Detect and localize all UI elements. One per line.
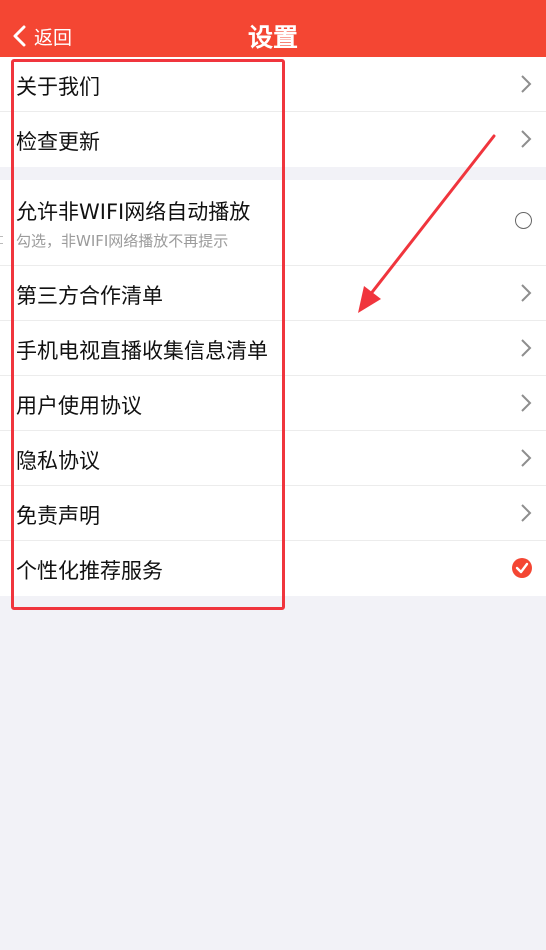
about-us-label: 关于我们 — [16, 75, 100, 99]
disclaimer-label: 免责声明 — [16, 504, 100, 528]
about-us-row[interactable]: 关于我们 — [0, 57, 546, 112]
wifi-autoplay-row[interactable]: 允许非WIFI网络自动播放 勾选，非WIFI网络播放不再提示 — [0, 180, 546, 266]
check-update-label: 检查更新 — [16, 130, 100, 154]
personalized-recommendation-row[interactable]: 个性化推荐服务 — [0, 541, 546, 596]
wifi-autoplay-hint: 勾选，非WIFI网络播放不再提示 — [16, 232, 229, 250]
wifi-autoplay-radio[interactable] — [515, 212, 532, 229]
chevron-right-icon — [521, 339, 532, 357]
info-collection-list-label: 手机电视直播收集信息清单 — [16, 339, 268, 363]
page-title: 设置 — [247, 23, 298, 52]
personalized-recommendation-label: 个性化推荐服务 — [16, 559, 163, 583]
settings-group-main: 允许非WIFI网络自动播放 勾选，非WIFI网络播放不再提示 第三方合作清单 手… — [0, 180, 546, 596]
third-party-list-label: 第三方合作清单 — [16, 284, 163, 308]
user-agreement-row[interactable]: 用户使用协议 — [0, 376, 546, 431]
third-party-list-row[interactable]: 第三方合作清单 — [0, 266, 546, 321]
edge-mark — [0, 236, 3, 237]
chevron-right-icon — [521, 504, 532, 522]
wifi-autoplay-label: 允许非WIFI网络自动播放 — [16, 200, 251, 224]
chevron-right-icon — [521, 449, 532, 467]
check-update-row[interactable]: 检查更新 — [0, 112, 546, 167]
settings-group-about: 关于我们 检查更新 — [0, 57, 546, 167]
disclaimer-row[interactable]: 免责声明 — [0, 486, 546, 541]
chevron-right-icon — [521, 130, 532, 148]
chevron-right-icon — [521, 394, 532, 412]
chevron-right-icon — [521, 75, 532, 93]
info-collection-list-row[interactable]: 手机电视直播收集信息清单 — [0, 321, 546, 376]
privacy-agreement-row[interactable]: 隐私协议 — [0, 431, 546, 486]
app-header: 返回 设置 — [0, 0, 546, 57]
privacy-agreement-label: 隐私协议 — [16, 449, 100, 473]
edge-mark — [0, 243, 3, 244]
user-agreement-label: 用户使用协议 — [16, 394, 142, 418]
chevron-right-icon — [521, 284, 532, 302]
checked-icon[interactable] — [512, 558, 532, 578]
